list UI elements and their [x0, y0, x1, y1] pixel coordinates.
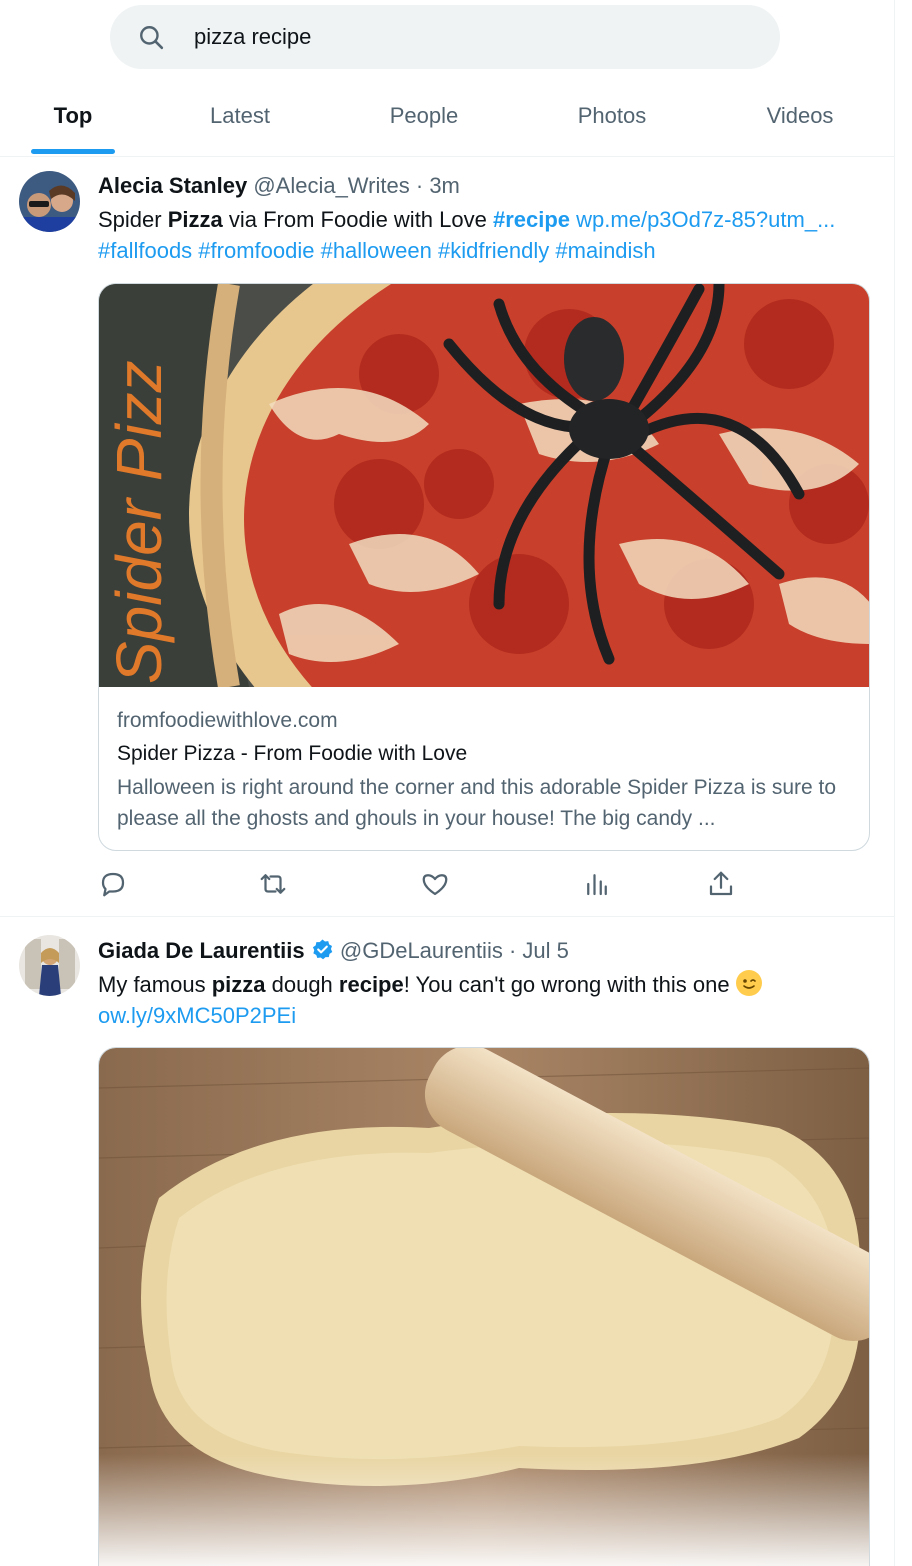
hashtag-link[interactable]: #recipe — [493, 207, 570, 232]
tweet-header: Alecia Stanley @Alecia_Writes · 3m — [98, 173, 460, 199]
card-description: Halloween is right around the corner and… — [117, 776, 837, 830]
search-icon — [140, 26, 164, 50]
card-title: Spider Pizza - From Foodie with Love — [117, 742, 468, 765]
views-icon[interactable] — [582, 869, 612, 899]
display-name[interactable]: Giada De Laurentiis — [98, 938, 305, 963]
text-segment: My famous — [98, 972, 212, 997]
highlight-term: pizza — [211, 972, 266, 997]
like-icon[interactable] — [420, 869, 450, 899]
retweet-icon[interactable] — [258, 869, 288, 899]
card-domain: fromfoodiewithlove.com — [117, 709, 338, 732]
timestamp[interactable]: Jul 5 — [522, 938, 568, 963]
reply-icon[interactable] — [98, 869, 128, 899]
text-segment: Spider — [98, 207, 168, 232]
tab-latest[interactable]: Latest — [190, 80, 290, 156]
text-segment: dough — [265, 972, 339, 997]
handle[interactable]: @Alecia_Writes — [253, 173, 409, 198]
tab-people[interactable]: People — [370, 80, 478, 156]
separator: · — [508, 938, 517, 963]
share-icon[interactable] — [706, 869, 736, 899]
search-bar[interactable]: pizza recipe — [110, 5, 780, 69]
tab-top[interactable]: Top — [30, 80, 116, 156]
highlight-term: Pizza — [167, 207, 223, 232]
tweet-media[interactable] — [98, 1047, 870, 1566]
timestamp[interactable]: 3m — [429, 173, 460, 198]
text-segment: ! You can't go wrong with this one — [403, 972, 736, 997]
link-card[interactable]: Spider Pizz fromfoodiewithlove.com Spide… — [98, 283, 870, 851]
tweet[interactable]: Alecia Stanley @Alecia_Writes · 3m Spide… — [0, 157, 894, 917]
card-image: Spider Pizz — [99, 284, 869, 687]
active-tab-indicator — [31, 149, 115, 154]
avatar[interactable] — [19, 935, 80, 996]
avatar[interactable] — [19, 171, 80, 232]
winking-face-icon — [735, 970, 762, 996]
hashtags-link[interactable]: #fallfoods #fromfoodie #halloween #kidfr… — [98, 238, 656, 263]
tab-photos[interactable]: Photos — [556, 80, 668, 156]
tweet-text: Spider Pizza via From Foodie with Love #… — [98, 204, 878, 266]
timeline-right-border — [894, 0, 895, 1566]
tweet-header: Giada De Laurentiis @GDeLaurentiis · Jul… — [98, 938, 569, 964]
card-image-caption: Spider Pizz — [103, 360, 175, 684]
tweet-text: My famous pizza dough recipe! You can't … — [98, 969, 878, 1031]
search-tabs: Top Latest People Photos Videos — [0, 80, 894, 157]
highlight-term: recipe — [338, 972, 404, 997]
url-link[interactable]: ow.ly/9xMC50P2PEi — [98, 1003, 296, 1028]
media-image — [99, 1048, 869, 1566]
tab-videos[interactable]: Videos — [748, 80, 852, 156]
url-link[interactable]: wp.me/p3Od7z-85?utm_... — [570, 207, 835, 232]
handle[interactable]: @GDeLaurentiis — [340, 938, 503, 963]
search-input[interactable]: pizza recipe — [194, 5, 311, 69]
text-segment: via From Foodie with Love — [222, 207, 493, 232]
tweet[interactable]: Giada De Laurentiis @GDeLaurentiis · Jul… — [0, 917, 894, 1566]
display-name[interactable]: Alecia Stanley — [98, 173, 247, 198]
verified-badge-icon — [312, 939, 333, 960]
tweet-actions — [98, 869, 758, 909]
separator: · — [415, 173, 424, 198]
